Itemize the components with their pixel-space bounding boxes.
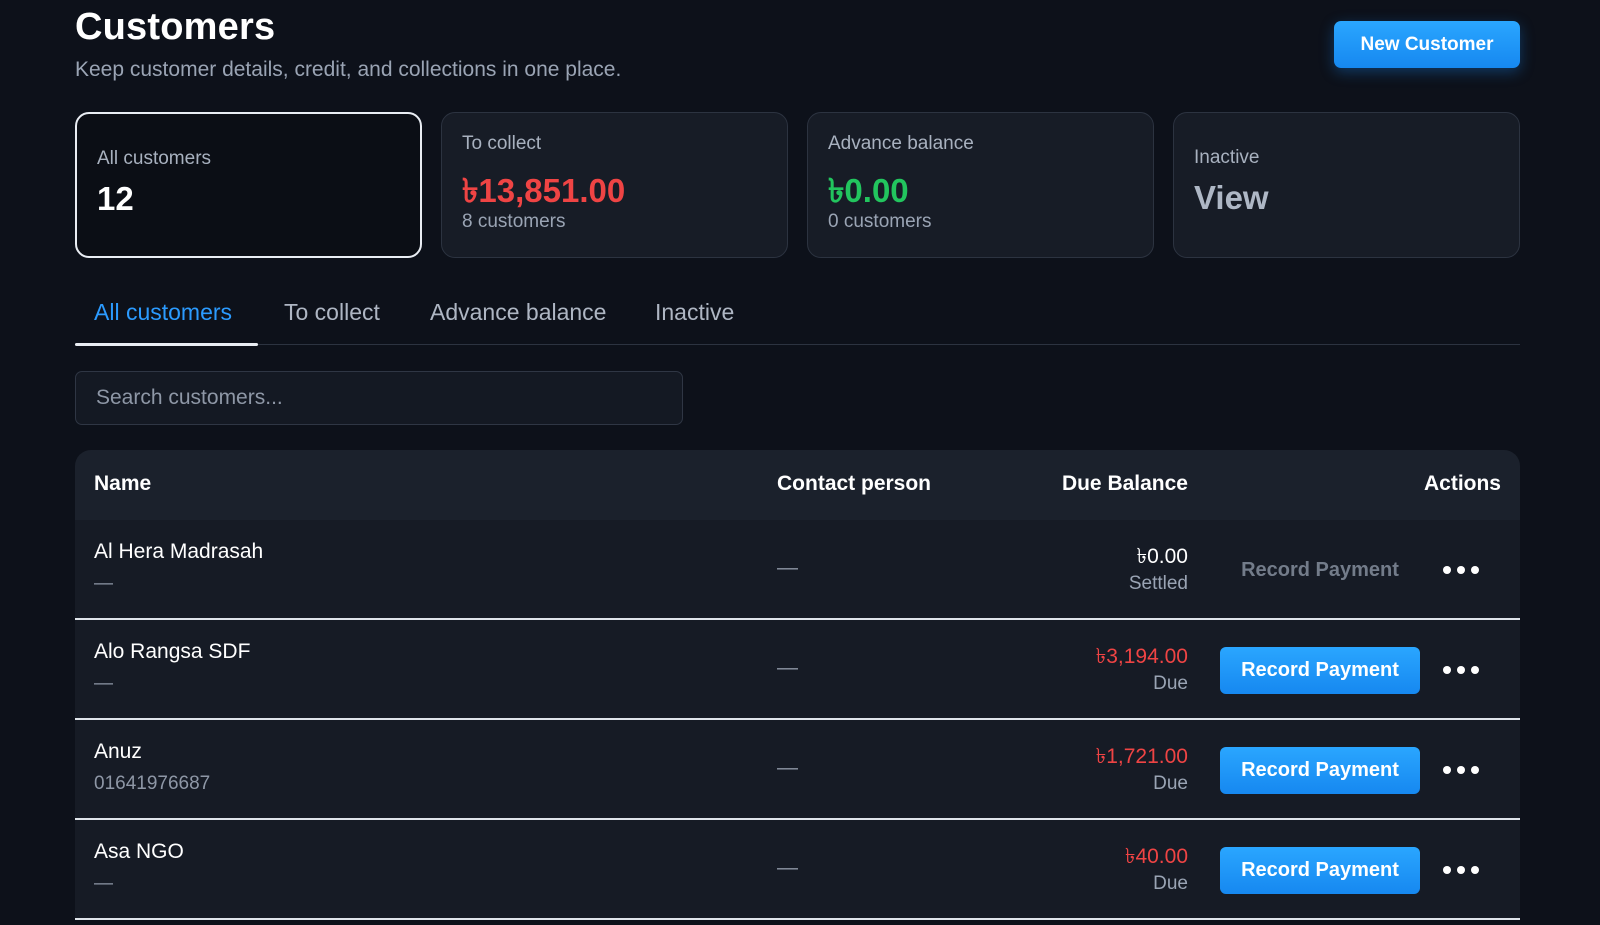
customer-name: Al Hera Madrasah — [94, 540, 264, 563]
more-icon[interactable] — [1433, 850, 1489, 890]
card-subtext: 0 customers — [828, 211, 932, 232]
card-to-collect[interactable]: To collect ৳13,851.00 8 customers — [441, 112, 788, 258]
table-row[interactable]: Asa NGO — — ৳40.00 Due Record Payment — [75, 820, 1520, 920]
record-payment-button[interactable]: Record Payment — [1220, 647, 1420, 694]
card-advance-balance[interactable]: Advance balance ৳0.00 0 customers — [807, 112, 1154, 258]
customer-phone: 01641976687 — [94, 773, 211, 794]
contact-person: — — [777, 756, 798, 779]
table-row[interactable]: Anuz 01641976687 — ৳1,721.00 Due Record … — [75, 720, 1520, 820]
more-icon[interactable] — [1433, 550, 1489, 590]
due-balance-status: Due — [1153, 773, 1188, 794]
customer-phone: — — [94, 873, 113, 894]
customer-name: Alo Rangsa SDF — [94, 640, 251, 663]
column-header-contact: Contact person — [777, 472, 932, 495]
due-balance-amount: ৳40.00 — [1124, 845, 1188, 868]
column-header-name: Name — [94, 472, 152, 495]
active-tab-indicator — [75, 343, 258, 346]
card-all-customers[interactable]: All customers 12 — [75, 112, 422, 258]
card-label: All customers — [97, 148, 212, 169]
card-label: Advance balance — [828, 133, 974, 154]
customers-page: Customers Keep customer details, credit,… — [0, 0, 1600, 925]
contact-person: — — [777, 856, 798, 879]
tab-all-customers[interactable]: All customers — [94, 290, 232, 345]
column-header-actions: Actions — [1423, 472, 1501, 495]
record-payment-button[interactable]: Record Payment — [1220, 747, 1420, 794]
customer-name: Anuz — [94, 740, 142, 763]
more-icon[interactable] — [1433, 750, 1489, 790]
due-balance-amount: ৳0.00 — [1136, 545, 1188, 568]
customer-phone: — — [94, 673, 113, 694]
more-icon[interactable] — [1433, 650, 1489, 690]
summary-cards: All customers 12 To collect ৳13,851.00 8… — [75, 112, 1520, 258]
due-balance-status: Due — [1153, 673, 1188, 694]
new-customer-button[interactable]: New Customer — [1334, 21, 1520, 68]
record-payment-button[interactable]: Record Payment — [1220, 847, 1420, 894]
customers-table: Name Contact person Due Balance Actions … — [75, 450, 1520, 925]
contact-person: — — [777, 556, 798, 579]
page-title: Customers — [75, 6, 276, 48]
card-value: View — [1194, 179, 1269, 216]
tab-to-collect[interactable]: To collect — [284, 290, 380, 345]
table-row[interactable]: Al Hera Madrasah — — ৳0.00 Settled Recor… — [75, 520, 1520, 620]
card-label: Inactive — [1194, 147, 1260, 168]
column-header-due-balance: Due Balance — [1061, 472, 1188, 495]
card-inactive[interactable]: Inactive View — [1173, 112, 1520, 258]
customer-tabs: All customers To collect Advance balance… — [75, 290, 1520, 346]
page-header: Customers Keep customer details, credit,… — [75, 0, 1520, 100]
tab-inactive[interactable]: Inactive — [655, 290, 734, 345]
card-value: 12 — [97, 180, 134, 217]
record-payment-button[interactable]: Record Payment — [1220, 547, 1420, 594]
contact-person: — — [777, 656, 798, 679]
due-balance-amount: ৳1,721.00 — [1095, 745, 1188, 768]
card-subtext: 8 customers — [462, 211, 566, 232]
due-balance-status: Settled — [1128, 573, 1188, 594]
page-subtitle: Keep customer details, credit, and colle… — [75, 58, 622, 81]
customer-name: Asa NGO — [94, 840, 184, 863]
search-input[interactable] — [75, 371, 683, 425]
due-balance-amount: ৳3,194.00 — [1095, 645, 1188, 668]
card-label: To collect — [462, 133, 542, 154]
due-balance-status: Due — [1153, 873, 1188, 894]
table-row[interactable]: Alo Rangsa SDF — — ৳3,194.00 Due Record … — [75, 620, 1520, 720]
tab-advance-balance[interactable]: Advance balance — [430, 290, 606, 345]
table-header: Name Contact person Due Balance Actions — [75, 450, 1520, 520]
customer-phone: — — [94, 573, 113, 594]
